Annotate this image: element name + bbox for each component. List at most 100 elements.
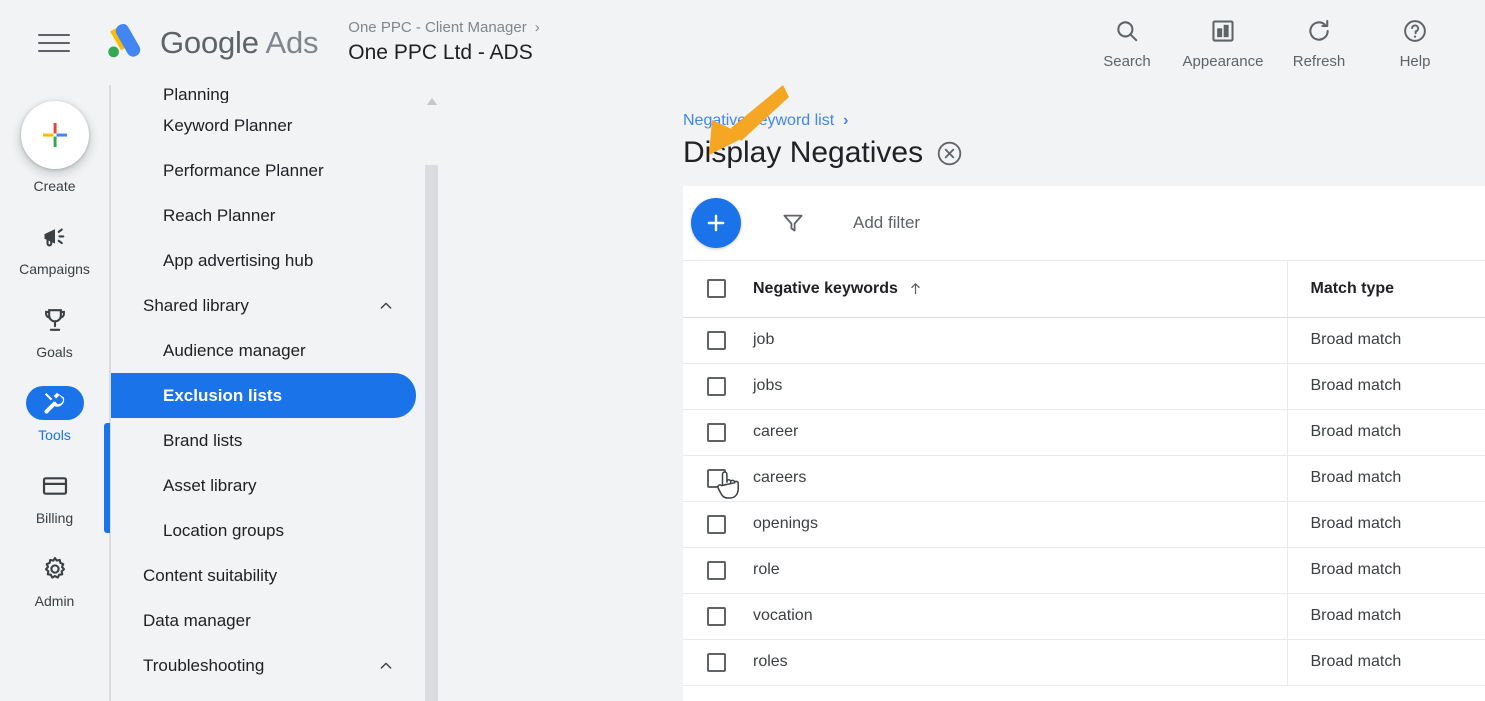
cell-match-type: Broad match (1286, 317, 1485, 364)
secondary-nav-list: Planning Keyword Planner Performance Pla… (111, 85, 531, 688)
hamburger-menu-icon[interactable] (38, 26, 72, 60)
appearance-label: Appearance (1182, 53, 1264, 70)
select-all-checkbox[interactable] (707, 279, 726, 299)
subnav-item-clipped[interactable]: Planning (111, 85, 531, 103)
row-checkbox-cell (683, 547, 753, 594)
add-filter-button[interactable]: Add filter (853, 213, 920, 233)
subnav-label: Asset library (163, 475, 257, 495)
search-button[interactable]: Search (1079, 8, 1175, 70)
refresh-button[interactable]: Refresh (1271, 8, 1367, 70)
table-row[interactable]: role Broad match (683, 547, 1485, 594)
subnav-scroll-up-arrow[interactable] (425, 95, 439, 107)
google-ads-logo[interactable]: Google Ads (100, 20, 318, 66)
cell-keyword: openings (753, 501, 1287, 548)
search-label: Search (1103, 53, 1151, 70)
cell-keyword: jobs (753, 363, 1287, 410)
gear-icon (44, 556, 65, 579)
subnav-label: Content suitability (143, 565, 278, 585)
subnav-label: Shared library (143, 295, 249, 315)
table-toolbar: Add filter (683, 186, 1485, 261)
subnav-label: Location groups (163, 520, 284, 540)
keywords-card: Add filter Negative keywords Match type … (683, 186, 1485, 701)
sort-ascending-icon (911, 283, 920, 295)
rail-item-admin[interactable]: Admin (0, 552, 109, 609)
chevron-up-icon (380, 662, 392, 669)
account-manager-row[interactable]: One PPC - Client Manager › (348, 20, 539, 37)
subnav-label: Reach Planner (163, 205, 276, 225)
row-checkbox[interactable] (707, 560, 726, 580)
row-checkbox-careers[interactable] (707, 468, 726, 488)
add-negative-keyword-button[interactable] (691, 198, 741, 248)
row-checkbox[interactable] (707, 376, 726, 396)
brand-ads: Ads (265, 24, 319, 60)
breadcrumb[interactable]: Negative keyword list › (683, 112, 849, 130)
row-checkbox-cell (683, 639, 753, 686)
table-header-row: Negative keywords Match type (683, 261, 1485, 318)
cell-keyword: job (753, 317, 1287, 364)
subnav-item-app-advertising-hub[interactable]: App advertising hub (111, 238, 416, 283)
campaigns-label: Campaigns (19, 261, 90, 277)
subnav-scrollbar-thumb[interactable] (425, 165, 438, 701)
subnav-item-performance-planner[interactable]: Performance Planner (111, 148, 416, 193)
subnav-item-exclusion-lists[interactable]: Exclusion lists (111, 373, 416, 418)
appearance-button[interactable]: Appearance (1175, 8, 1271, 70)
cell-keyword: career (753, 409, 1287, 456)
row-checkbox[interactable] (707, 330, 726, 350)
appearance-icon (1210, 16, 1236, 46)
row-checkbox-cell (683, 455, 753, 502)
filter-funnel-icon[interactable] (781, 211, 805, 235)
create-button[interactable]: Create (20, 101, 89, 194)
cell-match-type: Broad match (1286, 409, 1485, 456)
row-checkbox[interactable] (707, 422, 726, 442)
subnav-item-content-suitability[interactable]: Content suitability (111, 553, 416, 598)
row-checkbox[interactable] (707, 606, 726, 626)
brand-wordmark: Google Ads (160, 25, 318, 61)
top-actions: Search Appearance Refresh Help (1079, 8, 1463, 70)
subnav-group-troubleshooting[interactable]: Troubleshooting (111, 643, 416, 688)
subnav-item-reach-planner[interactable]: Reach Planner (111, 193, 416, 238)
rail-item-campaigns[interactable]: Campaigns (0, 220, 109, 277)
table-row[interactable]: vocation Broad match (683, 593, 1485, 640)
help-button[interactable]: Help (1367, 8, 1463, 70)
subnav-label: Troubleshooting (143, 655, 265, 675)
table-row[interactable]: careers Broad match (683, 455, 1485, 502)
rail-item-goals[interactable]: Goals (0, 303, 109, 360)
tools-pill (25, 386, 84, 420)
column-header-match-type[interactable]: Match type (1286, 261, 1485, 318)
table-row[interactable]: career Broad match (683, 409, 1485, 456)
account-selector[interactable]: One PPC - Client Manager › One PPC Ltd -… (348, 20, 539, 65)
cell-keyword: roles (753, 639, 1287, 686)
subnav-label: Performance Planner (163, 160, 324, 180)
table-row[interactable]: jobs Broad match (683, 363, 1485, 410)
subnav-group-shared-library[interactable]: Shared library (111, 283, 416, 328)
close-circle-icon[interactable] (936, 140, 963, 167)
cell-match-type: Broad match (1286, 547, 1485, 594)
create-fab[interactable] (20, 101, 89, 169)
tools-label: Tools (38, 427, 71, 443)
subnav-item-asset-library[interactable]: Asset library (111, 463, 416, 508)
create-label: Create (33, 178, 76, 194)
goals-pill (26, 303, 84, 337)
subnav-item-audience-manager[interactable]: Audience manager (111, 328, 416, 373)
billing-card-icon (42, 477, 67, 495)
column-header-keywords[interactable]: Negative keywords (753, 261, 1287, 318)
subnav-label: Exclusion lists (163, 385, 283, 405)
secondary-nav: Planning Keyword Planner Performance Pla… (111, 85, 683, 701)
primary-nav-rail: Create Campaigns Goals Tools Billing Adm… (0, 85, 110, 701)
row-checkbox[interactable] (707, 652, 726, 672)
rail-item-tools[interactable]: Tools (0, 386, 109, 443)
table-row[interactable]: job Broad match (683, 317, 1485, 364)
page-title-row: Display Negatives (683, 136, 963, 170)
subnav-item-location-groups[interactable]: Location groups (111, 508, 416, 553)
rail-item-billing[interactable]: Billing (0, 469, 109, 526)
subnav-item-brand-lists[interactable]: Brand lists (111, 418, 416, 463)
row-checkbox[interactable] (707, 514, 726, 534)
billing-pill (26, 469, 84, 503)
table-row[interactable]: roles Broad match (683, 639, 1485, 686)
row-checkbox-cell (683, 501, 753, 548)
table-row[interactable]: openings Broad match (683, 501, 1485, 548)
subnav-item-data-manager[interactable]: Data manager (111, 598, 416, 643)
brand-google: Google (160, 24, 259, 60)
subnav-item-keyword-planner[interactable]: Keyword Planner (111, 103, 416, 148)
cell-match-type: Broad match (1286, 501, 1485, 548)
